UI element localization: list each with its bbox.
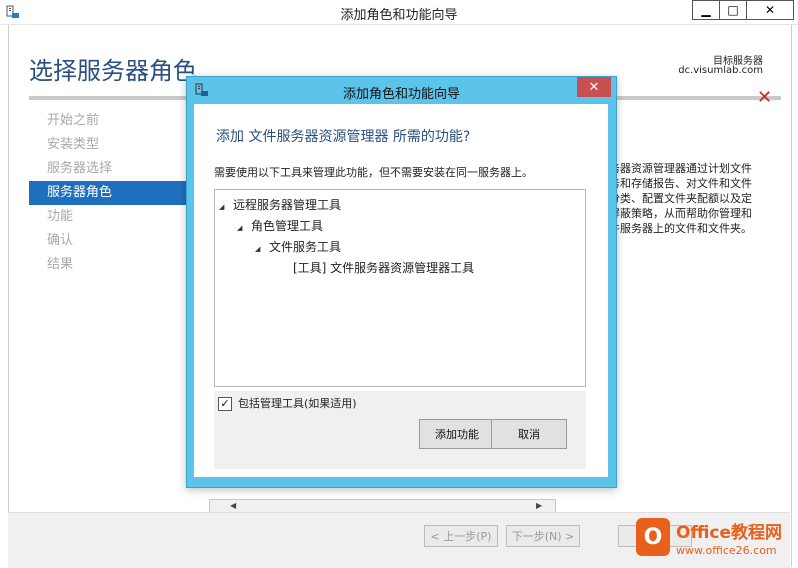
office-logo-icon: O — [636, 518, 670, 556]
nav-item-before-you-begin[interactable]: 开始之前 — [29, 109, 189, 133]
cancel-button[interactable]: 取消 — [491, 419, 567, 449]
scroll-right-icon[interactable]: ▶ — [536, 501, 542, 510]
target-server-value: dc.visumlab.com — [678, 65, 763, 76]
next-button[interactable]: 下一步(N) > — [506, 525, 580, 547]
expanded-triangle-icon[interactable]: ◢ — [237, 219, 251, 237]
tree-item[interactable]: ◢ 文件服务工具 — [255, 238, 341, 256]
dialog-close-button[interactable]: ✕ — [577, 77, 611, 97]
window-title: 添加角色和功能向导 — [340, 8, 458, 23]
include-management-tools-label[interactable]: 包括管理工具(如果适用) — [238, 395, 357, 411]
expanded-triangle-icon[interactable]: ◢ — [255, 240, 269, 258]
dialog-subtext: 需要使用以下工具来管理此功能，但不需要安装在同一服务器上。 — [214, 166, 533, 179]
minimize-button[interactable]: ▁ — [692, 0, 720, 20]
add-features-button[interactable]: 添加功能 — [419, 419, 495, 449]
description-line: 分类、配置文件夹配额以及定 — [609, 192, 752, 205]
close-button[interactable]: ✕ — [746, 0, 794, 20]
description-line: 务器资源管理器通过计划文件 — [609, 162, 752, 175]
role-description: 务器资源管理器通过计划文件 务和存储报告、对文件和文件 分类、配置文件夹配额以及… — [609, 161, 779, 236]
include-management-tools-checkbox[interactable]: ✓ — [218, 397, 232, 411]
nav-item-server-roles[interactable]: 服务器角色 — [29, 181, 189, 205]
nav-item-results[interactable]: 结果 — [29, 253, 189, 277]
tree-item-label: 远程服务器管理工具 — [233, 198, 342, 212]
watermark: O Office教程网 www.office26.com — [632, 516, 798, 566]
tree-item[interactable]: ◢ 角色管理工具 — [237, 217, 323, 235]
add-features-dialog: 添加角色和功能向导 ✕ 添加 文件服务器资源管理器 所需的功能? 需要使用以下工… — [186, 76, 617, 488]
error-icon[interactable]: ✕ — [757, 87, 772, 108]
tree-item[interactable]: [工具] 文件服务器资源管理器工具 — [293, 259, 474, 277]
watermark-title: Office教程网 — [676, 523, 783, 543]
dialog-heading: 添加 文件服务器资源管理器 所需的功能? — [216, 129, 471, 145]
nav-item-installation-type[interactable]: 安装类型 — [29, 133, 189, 157]
tree-item-label: 文件服务工具 — [269, 240, 342, 254]
tree-item-label: [工具] 文件服务器资源管理器工具 — [293, 261, 475, 275]
wizard-nav: 开始之前 安装类型 服务器选择 服务器角色 功能 确认 结果 — [29, 109, 189, 277]
previous-button[interactable]: < 上一步(P) — [424, 525, 498, 547]
description-line: 件服务器上的文件和文件夹。 — [609, 222, 752, 235]
dialog-title: 添加角色和功能向导 — [342, 87, 460, 102]
description-line: 屏蔽策略，从而帮助你管理和 — [609, 207, 752, 220]
dialog-content: 添加 文件服务器资源管理器 所需的功能? 需要使用以下工具来管理此功能，但不需要… — [194, 104, 608, 477]
dialog-titlebar: 添加角色和功能向导 ✕ — [187, 77, 616, 103]
description-line: 务和存储报告、对文件和文件 — [609, 177, 752, 190]
scroll-left-icon[interactable]: ◀ — [230, 501, 236, 510]
outer-titlebar: 添加角色和功能向导 ▁ □ ✕ — [0, 0, 798, 25]
maximize-button[interactable]: □ — [719, 0, 747, 20]
expanded-triangle-icon[interactable]: ◢ — [219, 198, 233, 216]
tree-item-label: 角色管理工具 — [251, 219, 324, 233]
watermark-url: www.office26.com — [676, 544, 777, 557]
dialog-actions-area: ✓ 包括管理工具(如果适用) 添加功能 取消 — [214, 391, 586, 469]
nav-item-features[interactable]: 功能 — [29, 205, 189, 229]
required-features-tree[interactable]: ◢ 远程服务器管理工具 ◢ 角色管理工具 ◢ 文件服务工具 [工具] 文件服务器资源管… — [214, 189, 586, 387]
page-title: 选择服务器角色 — [29, 57, 197, 85]
nav-item-confirmation[interactable]: 确认 — [29, 229, 189, 253]
nav-item-server-selection[interactable]: 服务器选择 — [29, 157, 189, 181]
tree-item[interactable]: ◢ 远程服务器管理工具 — [219, 196, 341, 214]
